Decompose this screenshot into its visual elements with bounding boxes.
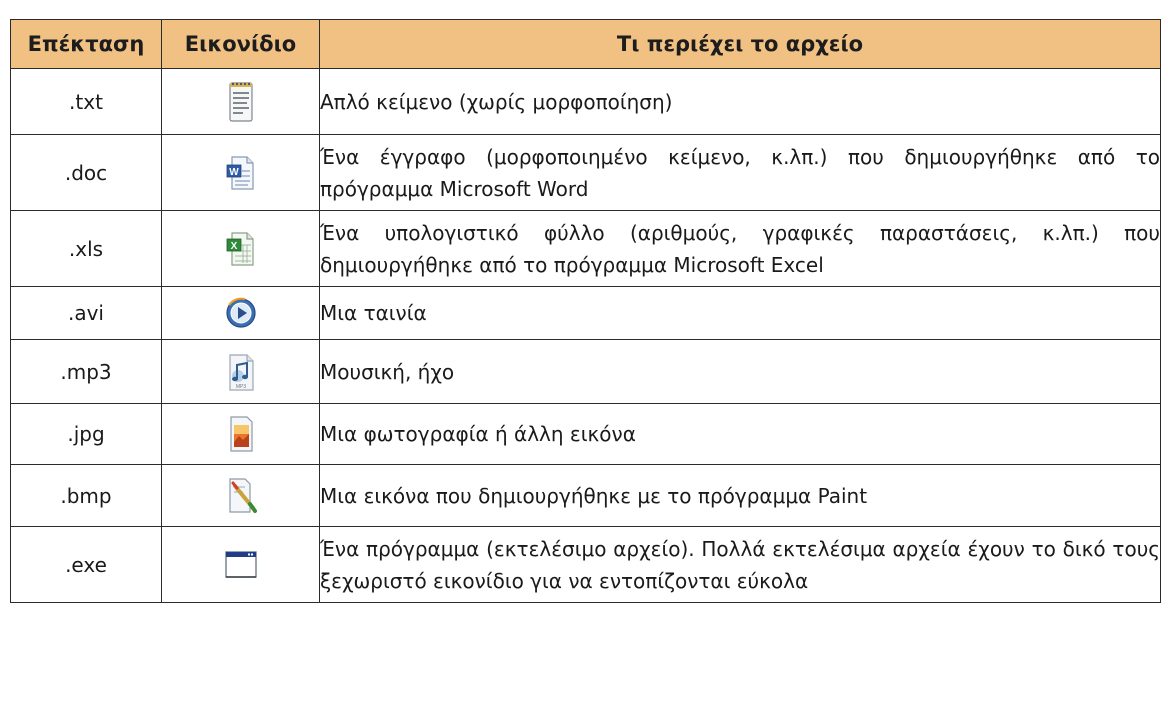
table-row: .avi Μια ταινία <box>10 286 1161 340</box>
extension-cell: .txt <box>10 68 162 135</box>
word-document-icon: W <box>221 151 261 195</box>
extension-cell: .xls <box>10 210 162 287</box>
description-cell: Απλό κείμενο (χωρίς μορφοποίηση) <box>319 68 1161 135</box>
table-row: .txt Απλό κείμενο (χωρίς μορφοποίηση) <box>10 68 1161 135</box>
table-row: .bmp Μια εικόνα που δημιουργήθηκε με το … <box>10 464 1161 527</box>
table-row: .doc W Ένα έγγραφο (μορφοποιημένο κείμεν… <box>10 134 1161 211</box>
description-cell: Μουσική, ήχο <box>319 339 1161 404</box>
extension-cell: .exe <box>10 526 162 603</box>
media-player-video-icon <box>221 291 261 335</box>
svg-text:W: W <box>229 167 239 178</box>
excel-spreadsheet-icon: X <box>221 227 261 271</box>
extension-cell: .mp3 <box>10 339 162 404</box>
svg-text:MP3: MP3 <box>235 384 246 390</box>
header-extension: Επέκταση <box>10 19 162 69</box>
extension-cell: .bmp <box>10 464 162 527</box>
extension-cell: .doc <box>10 134 162 211</box>
notepad-text-file-icon <box>221 80 261 124</box>
description-cell: Ένα έγγραφο (μορφοποιημένο κείμενο, κ.λπ… <box>319 134 1161 211</box>
file-extensions-table: Επέκταση Εικονίδιο Τι περιέχει το αρχείο… <box>10 19 1161 603</box>
extension-cell: .jpg <box>10 403 162 465</box>
extension-cell: .avi <box>10 286 162 340</box>
music-audio-file-icon: MP3 <box>221 350 261 394</box>
description-cell: Μια εικόνα που δημιουργήθηκε με το πρόγρ… <box>319 464 1161 527</box>
header-content: Τι περιέχει το αρχείο <box>319 19 1161 69</box>
table-header-row: Επέκταση Εικονίδιο Τι περιέχει το αρχείο <box>10 19 1161 69</box>
table-row: .mp3 MP3 Μουσική, ήχο <box>10 339 1161 404</box>
description-cell: Μια φωτογραφία ή άλλη εικόνα <box>319 403 1161 465</box>
description-cell: Μια ταινία <box>319 286 1161 340</box>
executable-window-icon <box>221 543 261 587</box>
table-row: .xls X Ένα υπολογιστικό φύλλο (αριθμούς,… <box>10 210 1161 287</box>
svg-text:X: X <box>230 241 237 252</box>
table-row: .jpg Μια φωτογραφία ή άλλη εικόνα <box>10 403 1161 465</box>
table-row: .exe Ένα πρόγραμμα (εκτελέσιμο αρχείο). … <box>10 526 1161 603</box>
jpeg-image-file-icon <box>221 412 261 456</box>
description-cell: Ένα πρόγραμμα (εκτελέσιμο αρχείο). Πολλά… <box>319 526 1161 603</box>
paint-bitmap-file-icon <box>221 474 261 518</box>
description-cell: Ένα υπολογιστικό φύλλο (αριθμούς, γραφικ… <box>319 210 1161 287</box>
header-icon: Εικονίδιο <box>161 19 320 69</box>
